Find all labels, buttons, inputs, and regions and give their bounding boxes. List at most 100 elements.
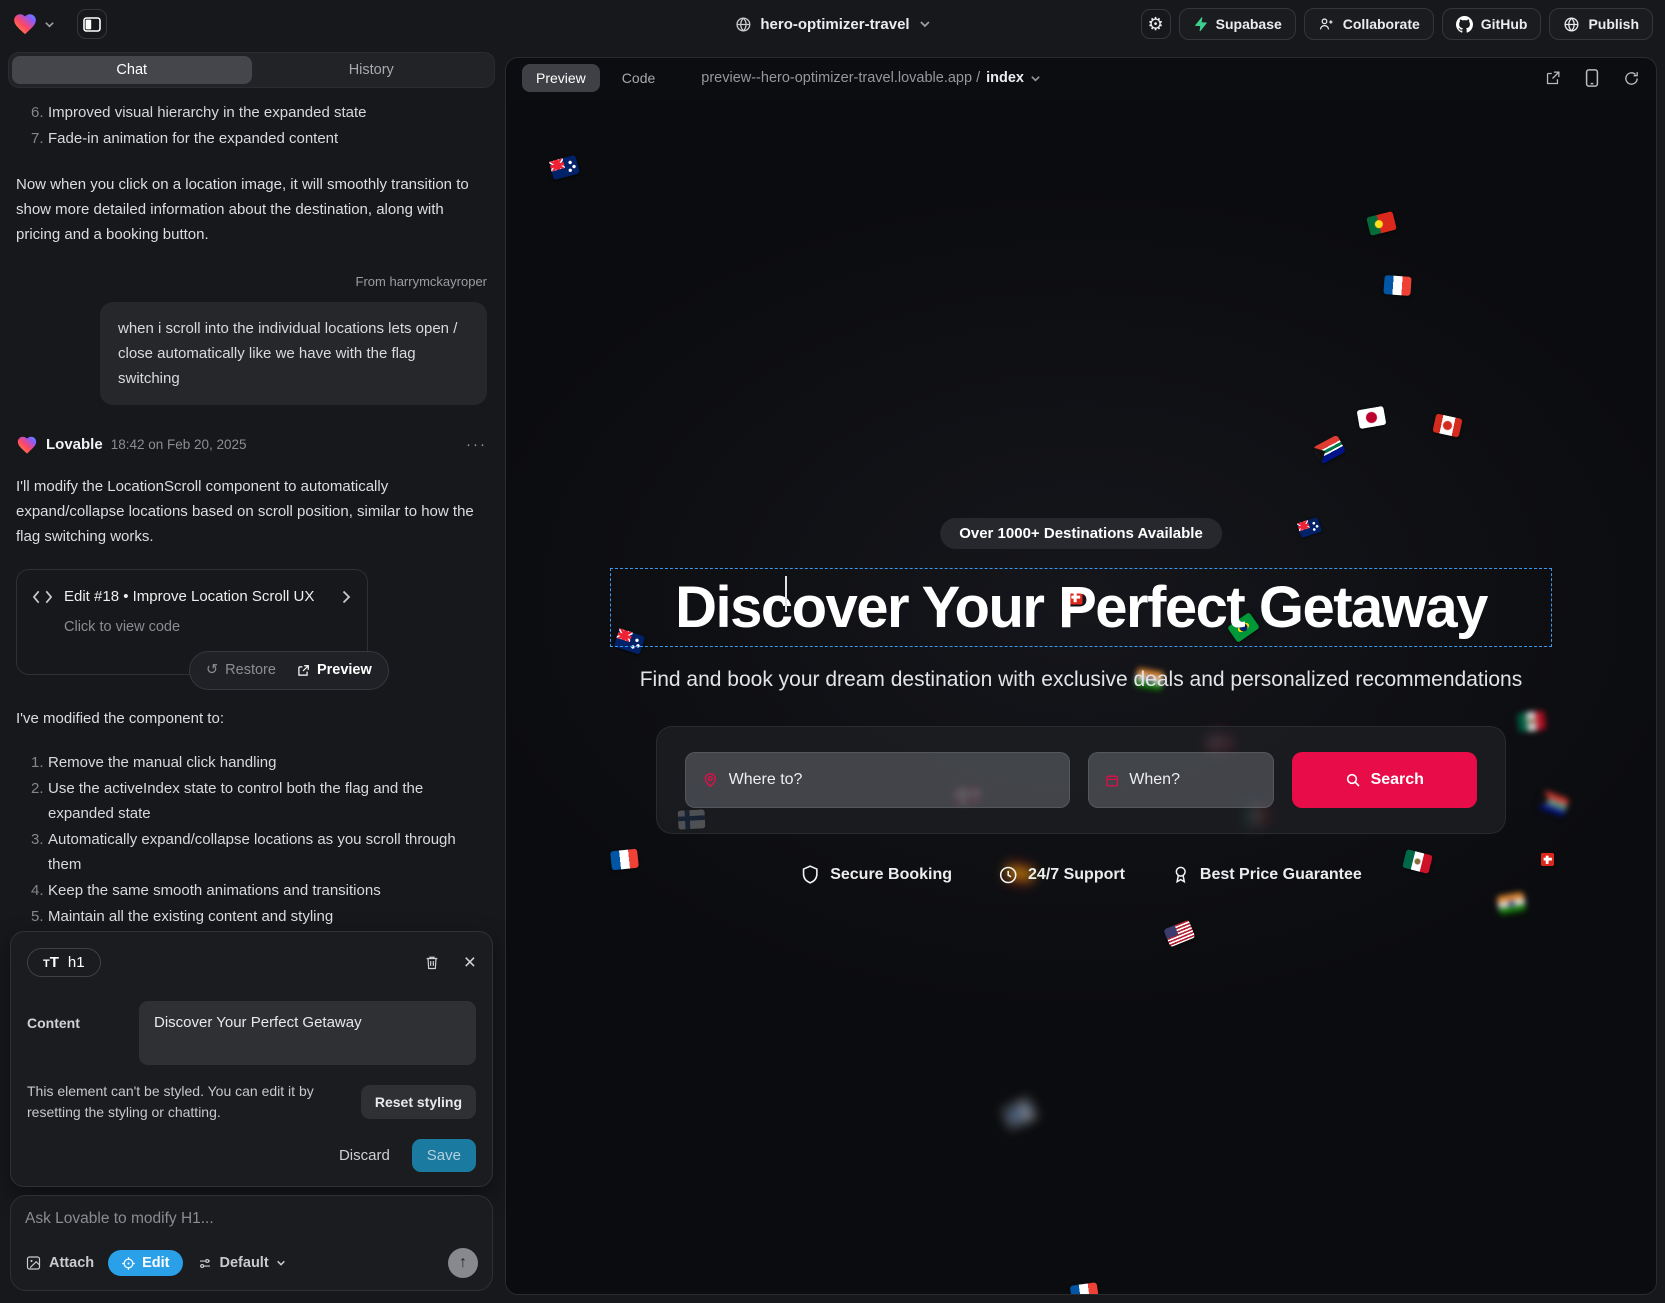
list-number: 2. [16,776,48,826]
open-in-new-tab-icon[interactable] [1544,70,1561,87]
attach-label: Attach [49,1255,94,1271]
preview-pane: Preview Code preview--hero-optimizer-tra… [505,57,1657,1295]
element-tag: h1 [68,954,85,971]
attach-button[interactable]: Attach [25,1255,94,1271]
chevron-right-icon [342,590,351,604]
element-tag-chip[interactable]: TT h1 [27,948,101,977]
lovable-logo-icon[interactable] [12,11,38,37]
numbered-list-top: 6. Improved visual hierarchy in the expa… [16,100,487,151]
trash-icon [424,954,440,971]
collaborate-label: Collaborate [1343,16,1420,32]
tab-chat[interactable]: Chat [12,56,252,84]
publish-label: Publish [1588,16,1639,32]
feature-label: Secure Booking [830,866,952,884]
composer-toolbar: Attach Edit Default ↑ [25,1248,478,1278]
lovable-avatar-icon [16,434,38,456]
sidebar-toggle-button[interactable] [77,9,107,39]
restore-button[interactable]: ↺ Restore [206,658,276,683]
chevron-down-icon [919,18,931,30]
publish-button[interactable]: Publish [1549,8,1653,40]
list-text: Automatically expand/collapse locations … [48,827,487,877]
sliders-icon [197,1256,213,1271]
discard-button[interactable]: Discard [339,1147,390,1164]
edit-version-card[interactable]: Edit #18 • Improve Location Scroll UX Cl… [16,569,368,675]
reset-styling-button[interactable]: Reset styling [361,1085,476,1119]
list-number: 6. [16,100,48,125]
flag-pt-icon [1366,211,1397,236]
up-arrow-icon: ↑ [459,1254,467,1271]
github-icon [1456,16,1473,33]
mobile-view-icon[interactable] [1585,69,1599,87]
settings-button[interactable]: ⚙ [1141,9,1171,39]
tab-code[interactable]: Code [608,64,669,92]
edit-mode-toggle[interactable]: Edit [108,1250,182,1276]
feature-secure-booking: Secure Booking [800,864,952,885]
when-field[interactable] [1088,752,1274,808]
url-host: preview--hero-optimizer-travel.lovable.a… [701,70,980,86]
content-textarea[interactable]: Discover Your Perfect Getaway [139,1001,476,1065]
style-note-row: This element can't be styled. You can ed… [27,1081,476,1123]
preview-url[interactable]: preview--hero-optimizer-travel.lovable.a… [701,70,1041,86]
github-button[interactable]: GitHub [1442,8,1542,40]
assistant-header-row: Lovable 18:42 on Feb 20, 2025 ··· [16,432,487,457]
list-number: 3. [16,827,48,877]
save-button[interactable]: Save [412,1139,476,1172]
flag-za-icon [1538,790,1570,817]
text-caret [785,576,787,612]
clock-icon [998,865,1018,885]
app-header: hero-optimizer-travel ⚙ Supabase Collabo… [0,0,1665,48]
preview-version-button[interactable]: Preview [296,658,372,683]
assistant-paragraph: I'll modify the LocationScroll component… [16,474,487,549]
when-input[interactable] [1129,771,1256,789]
save-row: Discard Save [27,1139,476,1172]
refresh-icon[interactable] [1623,70,1640,87]
calendar-icon [1105,772,1119,789]
search-button[interactable]: Search [1292,752,1477,808]
where-input[interactable] [729,771,1053,789]
list-text: Fade-in animation for the expanded conte… [48,126,487,151]
chevron-down-icon[interactable] [44,19,55,30]
send-button[interactable]: ↑ [448,1248,478,1278]
map-pin-icon [702,771,719,789]
tab-preview[interactable]: Preview [522,64,600,92]
close-panel-button[interactable]: × [464,956,476,970]
edit-card-subtitle: Click to view code [33,615,351,640]
delete-element-button[interactable] [424,954,440,971]
features-row: Secure Booking 24/7 Support Best Price G… [800,864,1362,885]
edit-card-title: Edit #18 • Improve Location Scroll UX [64,584,314,609]
flag-ca-icon [1432,413,1462,437]
restore-icon: ↺ [206,658,218,683]
tab-history[interactable]: History [252,56,492,84]
gear-icon: ⚙ [1148,15,1164,33]
message-menu-icon[interactable]: ··· [466,432,487,457]
where-field[interactable] [685,752,1070,808]
flag-us-icon [1163,920,1195,948]
project-switcher[interactable]: hero-optimizer-travel [734,0,930,48]
collaborate-button[interactable]: Collaborate [1304,8,1434,40]
assistant-name: Lovable [46,432,103,457]
mode-label: Default [220,1255,269,1271]
mode-select[interactable]: Default [197,1255,286,1271]
search-card: Search [656,726,1506,834]
hero-headline[interactable]: Discover Your Perfect Getaway [675,574,1487,641]
supabase-button[interactable]: Supabase [1179,8,1296,40]
flag-au-icon [549,155,580,180]
award-icon [1171,864,1190,885]
chat-sidebar: Chat History 6. Improved visual hierarch… [0,48,503,1303]
flag-jp-icon [1357,406,1387,429]
flag-fr-icon [1383,275,1411,296]
headline-selection-box[interactable]: Discover Your Perfect Getaway [610,568,1552,647]
content-field-row: Content Discover Your Perfect Getaway [27,1001,476,1065]
destinations-badge: Over 1000+ Destinations Available [940,518,1222,549]
list-number: 4. [16,878,48,903]
search-label: Search [1371,771,1424,789]
publish-globe-icon [1563,16,1580,33]
shield-icon [800,864,820,885]
style-note: This element can't be styled. You can ed… [27,1081,349,1123]
composer-input[interactable] [25,1210,478,1228]
editor-panel-actions: × [424,954,476,971]
flag-mx-icon [1517,711,1546,733]
flag-mx-icon [1402,849,1433,874]
chat-scroll[interactable]: 6. Improved visual hierarchy in the expa… [0,88,503,925]
restore-label: Restore [225,658,276,683]
